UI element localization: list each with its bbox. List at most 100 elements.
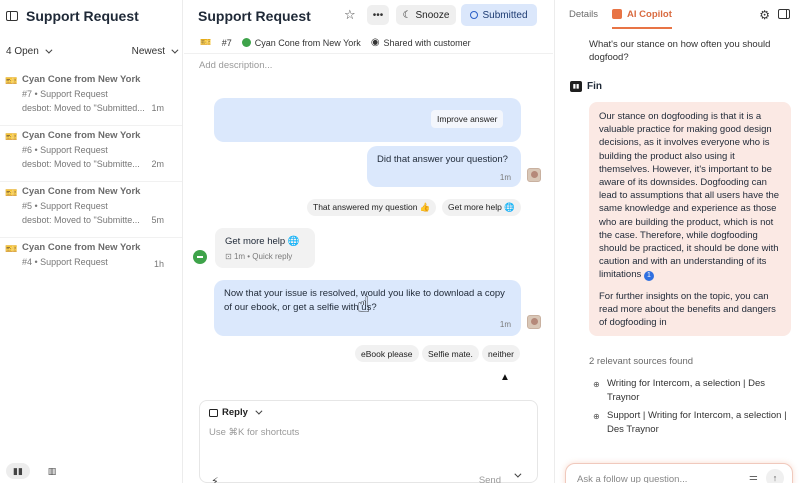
conversation-title: Support Request (198, 8, 311, 24)
copilot-icon (612, 8, 623, 19)
reply-type-label: Reply (222, 407, 248, 418)
quick-reply-option[interactable]: neither (482, 345, 520, 362)
answer-paragraph: Our stance on dogfooding is that it is a… (599, 110, 781, 282)
conversation-time: 1m (151, 103, 164, 113)
chevron-down-icon (255, 407, 263, 415)
conversation-preview: desbot: Moved to "Submitted... (22, 103, 145, 113)
quick-reply-option[interactable]: Selfie mate. (422, 345, 479, 362)
agent-avatar (527, 315, 541, 329)
conversation-item[interactable]: 🎫 Cyan Cone from New York #5 • Support R… (0, 182, 182, 238)
gear-icon[interactable]: ⚙ (759, 8, 770, 22)
message-meta-text: 1m • Quick reply (233, 252, 293, 261)
tab-ai-copilot[interactable]: AI Copilot (612, 8, 672, 29)
arrow-cursor-icon: ▲ (500, 372, 510, 383)
conversation-preview: desbot: Moved to "Submitte... (22, 159, 140, 169)
inbox-filters: 4 Open Newest (0, 32, 182, 70)
eye-icon: ◉ (370, 37, 380, 48)
conversation-subtitle: #5 • Support Request (22, 201, 108, 211)
reply-meta-icon: ⊡ (225, 252, 232, 261)
snooze-button[interactable]: ☾ Snooze (396, 5, 456, 25)
customer-avatar (193, 250, 207, 264)
copilot-panel: Details AI Copilot ⚙ What's our stance o… (554, 0, 800, 483)
ticket-icon: 🎫 (200, 37, 212, 47)
message-text: Get more help 🌐 (225, 236, 300, 247)
source-item[interactable]: ⊕ Writing for Intercom, a selection | De… (593, 377, 795, 405)
reply-input[interactable]: Use ⌘K for shortcuts (209, 427, 299, 438)
view-switcher: ▮▮ ▥ (6, 463, 64, 479)
table-view-icon[interactable]: ▥ (40, 463, 64, 479)
customer-chip[interactable]: Cyan Cone from New York (241, 37, 361, 48)
source-text: Support | Writing for Intercom, a select… (607, 410, 787, 435)
submitted-button[interactable]: Submitted (461, 4, 537, 26)
conversation-name: Cyan Cone from New York (22, 74, 141, 85)
hand-cursor-icon: ☝ (357, 292, 371, 317)
reply-composer[interactable]: Reply Use ⌘K for shortcuts ⚡ Send (199, 400, 538, 483)
list-view-icon[interactable]: ▮▮ (6, 463, 30, 479)
agent-avatar (527, 168, 541, 182)
star-icon[interactable]: ☆ (344, 7, 356, 23)
chevron-down-icon[interactable] (514, 470, 522, 478)
sidebar-toggle-icon[interactable] (6, 11, 18, 21)
reply-type-dropdown[interactable]: Reply (209, 407, 263, 418)
conversation-item[interactable]: 🎫 Cyan Cone from New York #6 • Support R… (0, 126, 182, 182)
follow-up-input[interactable]: Ask a follow up question... ⚌ ↑ (565, 463, 793, 483)
answer-text: Our stance on dogfooding is that it is a… (599, 111, 780, 281)
conversation-item[interactable]: 🎫 Cyan Cone from New York #4 • Support R… (0, 238, 182, 294)
open-filter[interactable]: 4 Open (6, 45, 53, 57)
tab-details[interactable]: Details (569, 9, 598, 20)
customer-avatar (241, 38, 251, 47)
inbox-panel: Support Request 4 Open Newest 🎫 Cyan Con… (0, 0, 183, 483)
message-time: 1m (499, 320, 511, 329)
snooze-label: Snooze (415, 9, 450, 21)
conversation-subtitle: #4 • Support Request (22, 257, 108, 267)
message-meta: ⊡ 1m • Quick reply (225, 252, 292, 261)
ticket-icon: 🎫 (5, 244, 18, 255)
fin-name: Fin (587, 81, 602, 92)
sort-filter-label: Newest (131, 45, 165, 57)
conversation-header: Support Request ☆ ••• ☾ Snooze Submitted (184, 0, 553, 32)
conversation-time: 5m (151, 215, 164, 225)
bolt-icon[interactable]: ⚡ (211, 475, 219, 483)
status-ring-icon (470, 11, 479, 19)
conversation-name: Cyan Cone from New York (22, 186, 141, 197)
send-arrow-icon[interactable]: ↑ (766, 469, 784, 483)
description-field[interactable]: Add description... (184, 54, 553, 76)
source-item[interactable]: ⊕ Support | Writing for Intercom, a sele… (593, 409, 795, 437)
shared-chip: ◉ Shared with customer (371, 37, 471, 48)
improve-answer-button[interactable]: Improve answer (431, 110, 504, 128)
more-options-button[interactable]: ••• (367, 5, 389, 25)
conversation-name: Cyan Cone from New York (22, 242, 141, 253)
conversation-subtitle: #6 • Support Request (22, 145, 108, 155)
conversation-subtitle: #7 • Support Request (22, 89, 108, 99)
message-time: 1m (499, 173, 511, 182)
chevron-down-icon (171, 46, 179, 54)
tune-icon[interactable]: ⚌ (749, 472, 758, 483)
source-icon: ⊕ (593, 412, 600, 421)
conversation-panel: Support Request ☆ ••• ☾ Snooze Submitted … (184, 0, 553, 483)
sort-filter[interactable]: Newest (131, 45, 179, 57)
message-text: Did that answer your question? (377, 154, 508, 165)
conversation-item[interactable]: 🎫 Cyan Cone from New York #7 • Support R… (0, 70, 182, 126)
quick-reply-option[interactable]: That answered my question 👍 (307, 199, 437, 216)
quick-reply-option[interactable]: eBook please (355, 345, 419, 362)
answer-paragraph: For further insights on the topic, you c… (599, 290, 776, 329)
right-tabs: Details AI Copilot ⚙ (555, 0, 800, 29)
copilot-answer: Our stance on dogfooding is that it is a… (589, 102, 791, 336)
ticket-icon: 🎫 (5, 76, 18, 87)
citation-badge[interactable]: 1 (643, 271, 654, 282)
conversation-time: 2m (151, 159, 164, 169)
conversation-time: 1h (153, 259, 164, 269)
customer-name: Cyan Cone from New York (254, 37, 361, 48)
quick-reply-option[interactable]: Get more help 🌐 (442, 199, 521, 216)
ticket-id-chip[interactable]: 🎫 #7 (200, 37, 232, 48)
tab-ai-copilot-label: AI Copilot (627, 8, 672, 20)
send-button[interactable]: Send (479, 475, 501, 483)
ticket-icon: 🎫 (5, 188, 18, 199)
open-filter-label: 4 Open (6, 45, 39, 57)
panel-toggle-icon[interactable] (778, 9, 790, 19)
inbox-header: Support Request (0, 0, 182, 32)
chevron-down-icon (45, 46, 53, 54)
fin-logo-icon: ▮▮ (570, 81, 582, 92)
ticket-meta: 🎫 #7 Cyan Cone from New York ◉ Shared wit… (184, 32, 553, 54)
bot-message: Did that answer your question? 1m (367, 146, 521, 187)
